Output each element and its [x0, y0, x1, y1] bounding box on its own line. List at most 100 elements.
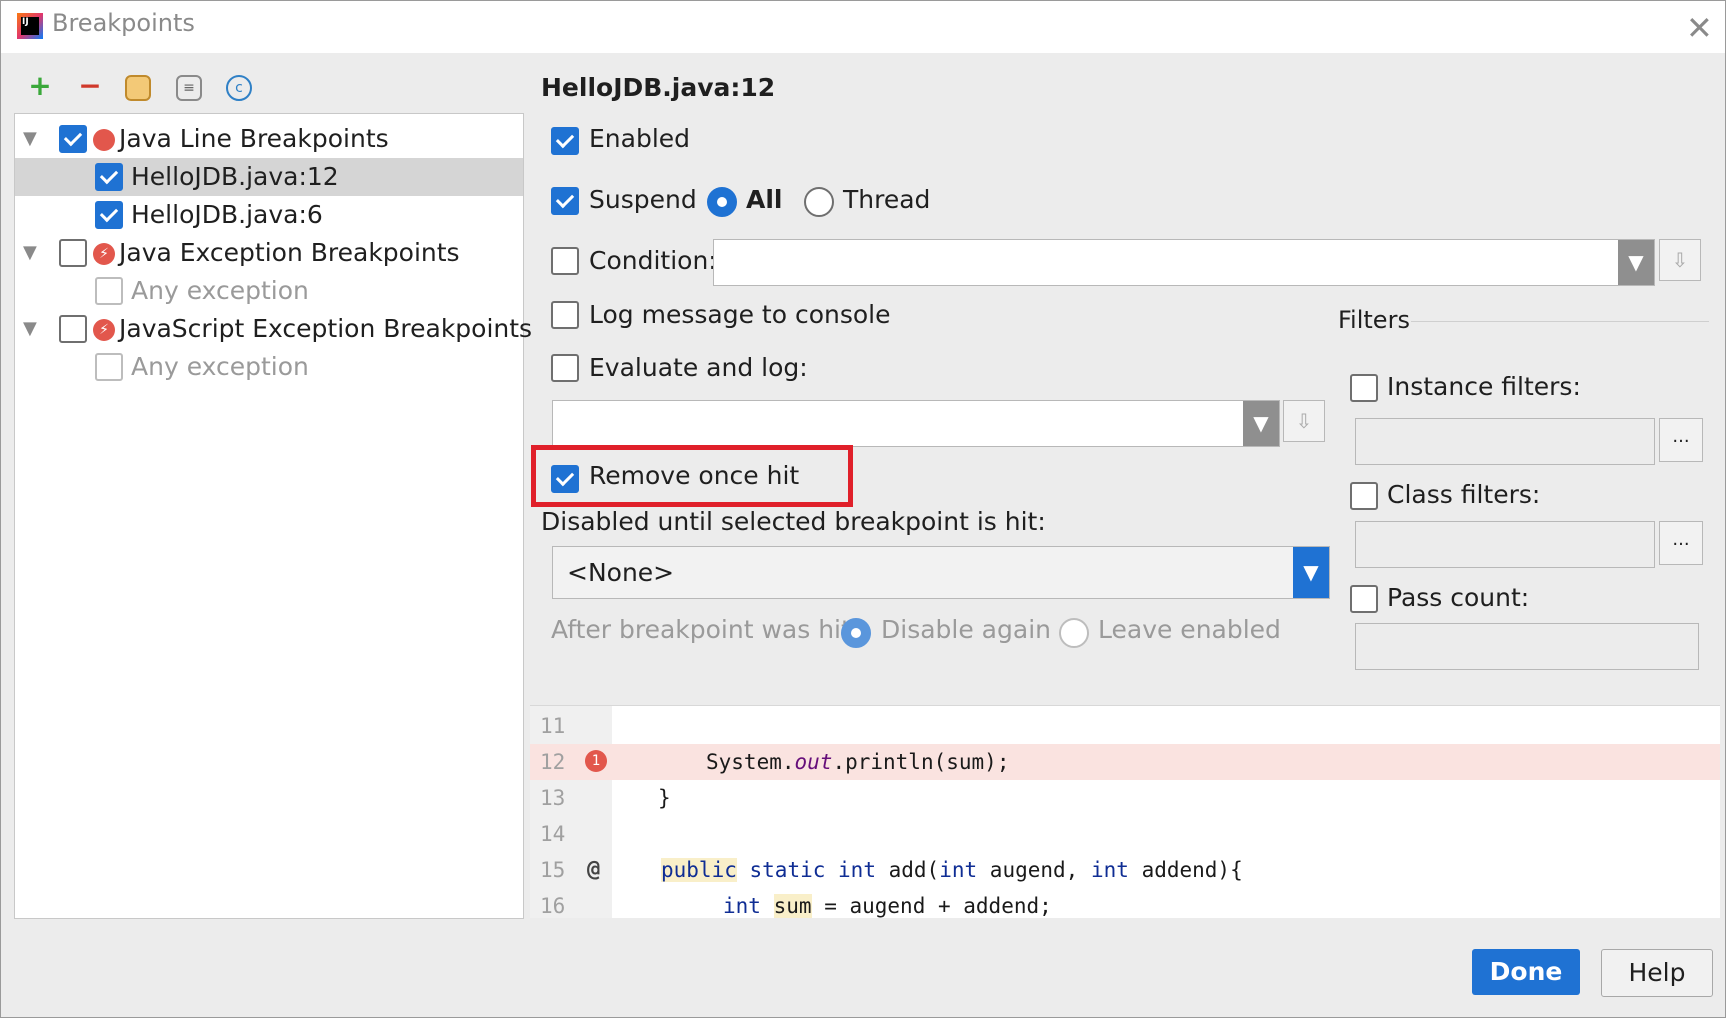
code-token: System. [706, 750, 795, 774]
class-filters-browse-button[interactable]: ... [1659, 521, 1703, 565]
expand-editor-icon[interactable]: ⇩ [1659, 239, 1701, 281]
tree-group-java-exception[interactable]: ▼ ⚡ Java Exception Breakpoints [15, 234, 523, 272]
condition-checkbox[interactable] [551, 247, 579, 275]
code-line-breakpoint: 12 1 System.out.println(sum); [530, 744, 1720, 780]
pass-count-checkbox[interactable] [1350, 585, 1378, 613]
suspend-label: Suspend [589, 185, 697, 214]
tree-item-any-exception-js[interactable]: Any exception [15, 348, 523, 386]
code-token: out [794, 750, 833, 774]
tree-item-any-exception-java[interactable]: Any exception [15, 272, 523, 310]
item-checkbox[interactable] [95, 353, 123, 381]
group-checkbox[interactable] [59, 315, 87, 343]
group-checkbox[interactable] [59, 239, 87, 267]
code-line: 14 [530, 816, 1720, 852]
code-preview: 11 12 1 System.out.println(sum); 13 } 14… [530, 705, 1720, 918]
done-button[interactable]: Done [1472, 949, 1580, 995]
remove-once-hit-checkbox[interactable] [551, 465, 579, 493]
code-token: static [749, 858, 826, 882]
tree-group-java-line[interactable]: ▼ Java Line Breakpoints [15, 120, 523, 158]
log-message-label: Log message to console [589, 300, 891, 329]
filters-divider [1411, 321, 1709, 322]
filters-title: Filters [1338, 306, 1410, 334]
code-text: System.out.println(sum); [706, 744, 1009, 780]
item-checkbox[interactable] [95, 277, 123, 305]
tree-item-label: HelloJDB.java:12 [131, 162, 339, 191]
evaluate-log-checkbox[interactable] [551, 354, 579, 382]
enabled-label: Enabled [589, 124, 691, 153]
tree-item-label: Any exception [131, 352, 309, 381]
code-token: .println(sum); [832, 750, 1010, 774]
code-text: int sum = augend + addend; [723, 888, 1052, 918]
override-marker-icon: @ [587, 857, 601, 882]
suspend-all-radio[interactable] [707, 187, 737, 217]
title-bar: IJ Breakpoints ✕ [1, 1, 1725, 53]
class-filters-field[interactable] [1355, 521, 1655, 568]
suspend-thread-radio[interactable] [804, 187, 834, 217]
item-checkbox[interactable] [95, 163, 123, 191]
disable-again-label: Disable again [881, 615, 1051, 644]
tree-group-javascript-exception[interactable]: ▼ ⚡ JavaScript Exception Breakpoints [15, 310, 532, 348]
instance-filters-field[interactable] [1355, 418, 1655, 465]
exception-breakpoint-icon: ⚡ [93, 319, 115, 341]
code-line: 15 @ public static int add(int augend, i… [530, 852, 1720, 888]
line-number: 12 [540, 750, 566, 774]
add-breakpoint-button[interactable]: + [23, 69, 57, 103]
disable-again-radio[interactable] [841, 618, 871, 648]
enabled-checkbox[interactable] [551, 127, 579, 155]
tree-item-label: Any exception [131, 276, 309, 305]
chevron-down-icon[interactable]: ▼ [1243, 401, 1279, 446]
tree-group-label: JavaScript Exception Breakpoints [119, 314, 533, 343]
disabled-until-value: <None> [567, 558, 675, 587]
code-line: 11 [530, 708, 1720, 744]
help-button[interactable]: Help [1601, 949, 1713, 997]
condition-input[interactable]: ▼ [713, 239, 1655, 286]
close-icon[interactable]: ✕ [1686, 9, 1713, 47]
disabled-until-select[interactable]: <None> ▼ [552, 546, 1330, 599]
tree-item-hellojdb-12[interactable]: HelloJDB.java:12 [15, 158, 523, 196]
class-filters-label: Class filters: [1387, 480, 1541, 509]
group-by-class-icon[interactable]: c [226, 75, 252, 101]
code-token: int [838, 858, 876, 882]
remove-breakpoint-button[interactable]: − [73, 69, 107, 103]
tree-item-label: HelloJDB.java:6 [131, 200, 323, 229]
line-number: 13 [540, 786, 566, 810]
line-number: 14 [540, 822, 566, 846]
tree-item-hellojdb-6[interactable]: HelloJDB.java:6 [15, 196, 523, 234]
expand-arrow-icon[interactable]: ▼ [23, 120, 37, 158]
instance-filters-label: Instance filters: [1387, 372, 1581, 401]
chevron-down-icon[interactable]: ▼ [1618, 240, 1654, 285]
breakpoint-marker-icon[interactable]: 1 [585, 750, 607, 772]
pass-count-label: Pass count: [1387, 583, 1530, 612]
suspend-checkbox[interactable] [551, 187, 579, 215]
after-hit-label: After breakpoint was hit [551, 615, 851, 644]
pass-count-field[interactable] [1355, 623, 1699, 670]
line-breakpoint-icon [93, 129, 115, 151]
group-by-file-icon[interactable]: ≡ [176, 75, 202, 101]
item-checkbox[interactable] [95, 201, 123, 229]
suspend-thread-label: Thread [843, 185, 931, 214]
code-token: sum [773, 894, 812, 918]
breakpoint-title: HelloJDB.java:12 [541, 73, 776, 102]
evaluate-log-label: Evaluate and log: [589, 353, 808, 382]
class-filters-checkbox[interactable] [1350, 482, 1378, 510]
chevron-down-icon[interactable]: ▼ [1293, 547, 1329, 598]
tree-group-label: Java Line Breakpoints [119, 124, 389, 153]
instance-filters-browse-button[interactable]: ... [1659, 418, 1703, 462]
expand-arrow-icon[interactable]: ▼ [23, 310, 37, 348]
leave-enabled-radio[interactable] [1059, 618, 1089, 648]
intellij-logo-icon: IJ [17, 13, 43, 39]
log-message-checkbox[interactable] [551, 301, 579, 329]
expand-editor-icon[interactable]: ⇩ [1283, 400, 1325, 442]
evaluate-log-input[interactable]: ▼ [552, 400, 1280, 447]
code-token: int [1090, 858, 1129, 882]
instance-filters-checkbox[interactable] [1350, 374, 1378, 402]
line-number: 15 [540, 858, 566, 882]
expand-arrow-icon[interactable]: ▼ [23, 234, 37, 272]
code-text: } [658, 786, 671, 810]
group-folder-icon[interactable] [125, 75, 151, 101]
leave-enabled-label: Leave enabled [1098, 615, 1281, 644]
group-checkbox[interactable] [59, 125, 87, 153]
exception-breakpoint-icon: ⚡ [93, 243, 115, 265]
disabled-until-label: Disabled until selected breakpoint is hi… [541, 507, 1046, 536]
tree-group-label: Java Exception Breakpoints [119, 238, 460, 267]
